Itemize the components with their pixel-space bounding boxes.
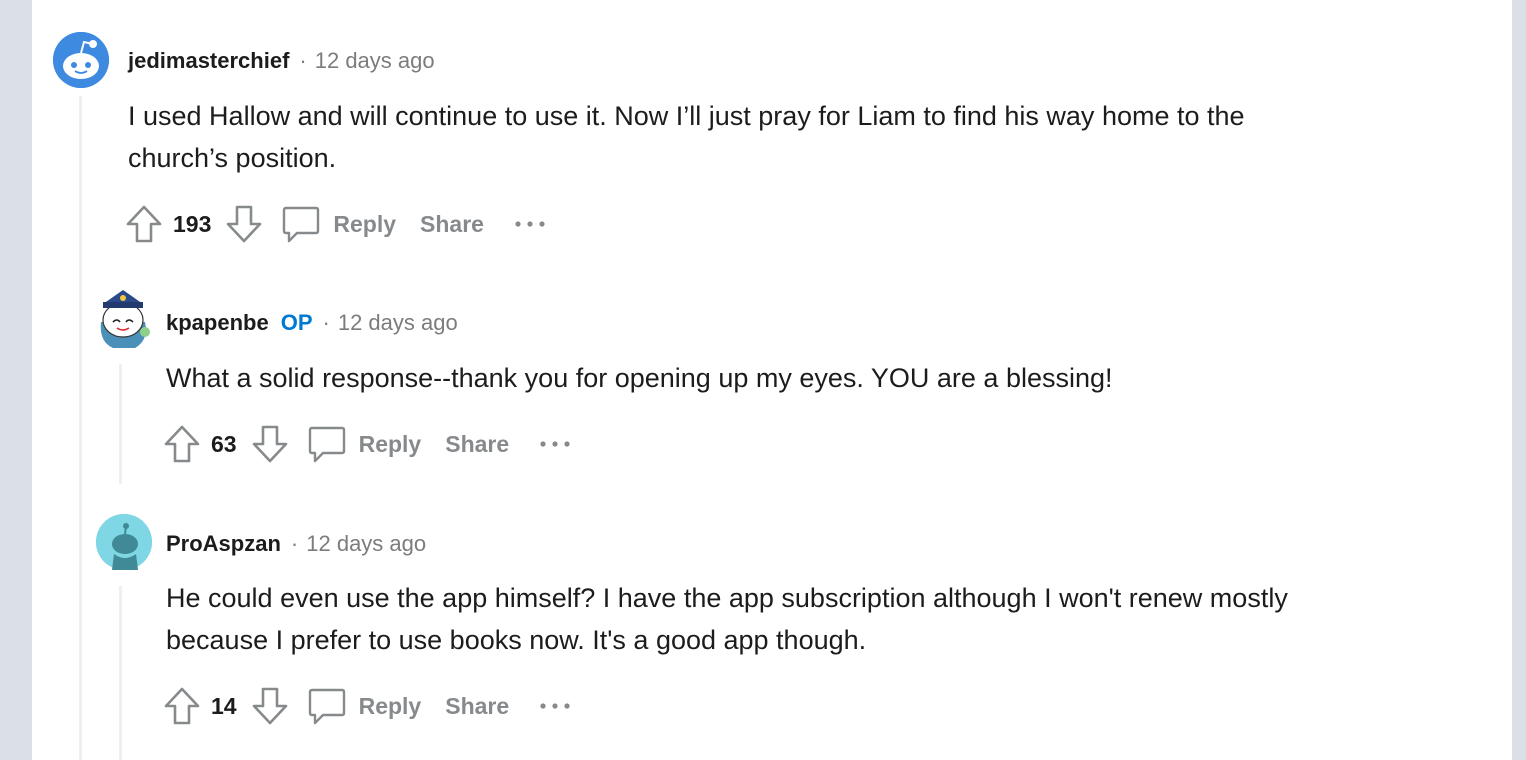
thread-line[interactable] bbox=[119, 364, 122, 484]
ellipsis-icon bbox=[540, 703, 570, 709]
more-options-button[interactable] bbox=[539, 701, 571, 711]
snoo-silhouette-avatar-icon bbox=[96, 514, 152, 570]
arrow-up-outline-icon bbox=[126, 205, 162, 243]
downvote-button[interactable] bbox=[251, 424, 289, 464]
thread-line[interactable] bbox=[119, 586, 122, 760]
author-name[interactable]: ProAspzan bbox=[166, 531, 281, 557]
comment-text-line: What a solid response--thank you for ope… bbox=[166, 363, 1113, 393]
share-button[interactable]: Share bbox=[420, 211, 484, 238]
meta-separator: · bbox=[290, 531, 299, 556]
meta-separator: · bbox=[299, 48, 307, 73]
arrow-down-outline-icon bbox=[252, 425, 287, 463]
more-options-button[interactable] bbox=[539, 439, 571, 449]
comment-text-line: I used Hallow and will continue to use i… bbox=[128, 101, 1245, 131]
upvote-button[interactable] bbox=[163, 686, 201, 726]
comment-body: What a solid response--thank you for ope… bbox=[166, 357, 1113, 399]
timestamp[interactable]: 12 days ago bbox=[315, 48, 435, 74]
reply-button[interactable]: Reply bbox=[307, 424, 422, 464]
arrow-down-outline-icon bbox=[252, 687, 287, 725]
op-badge: OP bbox=[280, 310, 313, 335]
speech-bubble-icon bbox=[283, 206, 320, 243]
ellipsis-icon bbox=[540, 441, 570, 447]
thread-line[interactable] bbox=[79, 96, 82, 760]
speech-bubble-icon bbox=[308, 426, 345, 463]
avatar[interactable] bbox=[95, 282, 151, 348]
comment-text-line: because I prefer to use books now. It's … bbox=[166, 625, 867, 655]
reply-label: Reply bbox=[358, 692, 422, 719]
meta-separator: · bbox=[322, 310, 330, 335]
ellipsis-icon bbox=[515, 221, 545, 227]
comment-meta: ProAspzan · 12 days ago bbox=[166, 529, 426, 559]
comment-body: I used Hallow and will continue to use i… bbox=[128, 95, 1245, 179]
arrow-down-outline-icon bbox=[227, 205, 262, 243]
reply-button[interactable]: Reply bbox=[281, 204, 396, 244]
speech-bubble-icon bbox=[308, 688, 345, 725]
reply-label: Reply bbox=[333, 210, 397, 237]
vote-score: 14 bbox=[211, 692, 237, 719]
upvote-button[interactable] bbox=[125, 204, 163, 244]
share-button[interactable]: Share bbox=[445, 693, 509, 720]
downvote-button[interactable] bbox=[251, 686, 289, 726]
timestamp[interactable]: 12 days ago bbox=[306, 531, 426, 557]
downvote-button[interactable] bbox=[225, 204, 263, 244]
comment-thread-card: jedimasterchief · 12 days ago I used Hal… bbox=[32, 0, 1512, 760]
reply-label: Reply bbox=[358, 430, 422, 457]
snoo-avatar-icon bbox=[53, 32, 109, 88]
arrow-up-outline-icon bbox=[164, 425, 200, 463]
comment-meta: jedimasterchief · 12 days ago bbox=[128, 46, 435, 76]
author-name[interactable]: jedimasterchief bbox=[128, 48, 289, 74]
avatar[interactable] bbox=[96, 514, 152, 570]
vote-score: 193 bbox=[173, 210, 212, 237]
upvote-button[interactable] bbox=[163, 424, 201, 464]
comment-actions: 193 Reply Share bbox=[125, 202, 546, 246]
more-options-button[interactable] bbox=[514, 219, 546, 229]
share-button[interactable]: Share bbox=[445, 431, 509, 458]
comment-actions: 14 Reply Share bbox=[163, 684, 571, 728]
reply-button[interactable]: Reply bbox=[307, 686, 422, 726]
author-name[interactable]: kpapenbe bbox=[166, 310, 269, 336]
snoo-captain-avatar-icon bbox=[100, 290, 150, 348]
timestamp[interactable]: 12 days ago bbox=[338, 310, 458, 336]
arrow-up-outline-icon bbox=[164, 687, 200, 725]
comment-text-line: church’s position. bbox=[128, 143, 337, 173]
avatar[interactable] bbox=[53, 32, 109, 88]
comment-body: He could even use the app himself? I hav… bbox=[166, 577, 1288, 661]
comment-meta: kpapenbe OP · 12 days ago bbox=[166, 308, 458, 338]
comment-actions: 63 Reply Share bbox=[163, 422, 571, 466]
comment-text-line: He could even use the app himself? I hav… bbox=[166, 583, 1288, 613]
vote-score: 63 bbox=[211, 430, 237, 457]
